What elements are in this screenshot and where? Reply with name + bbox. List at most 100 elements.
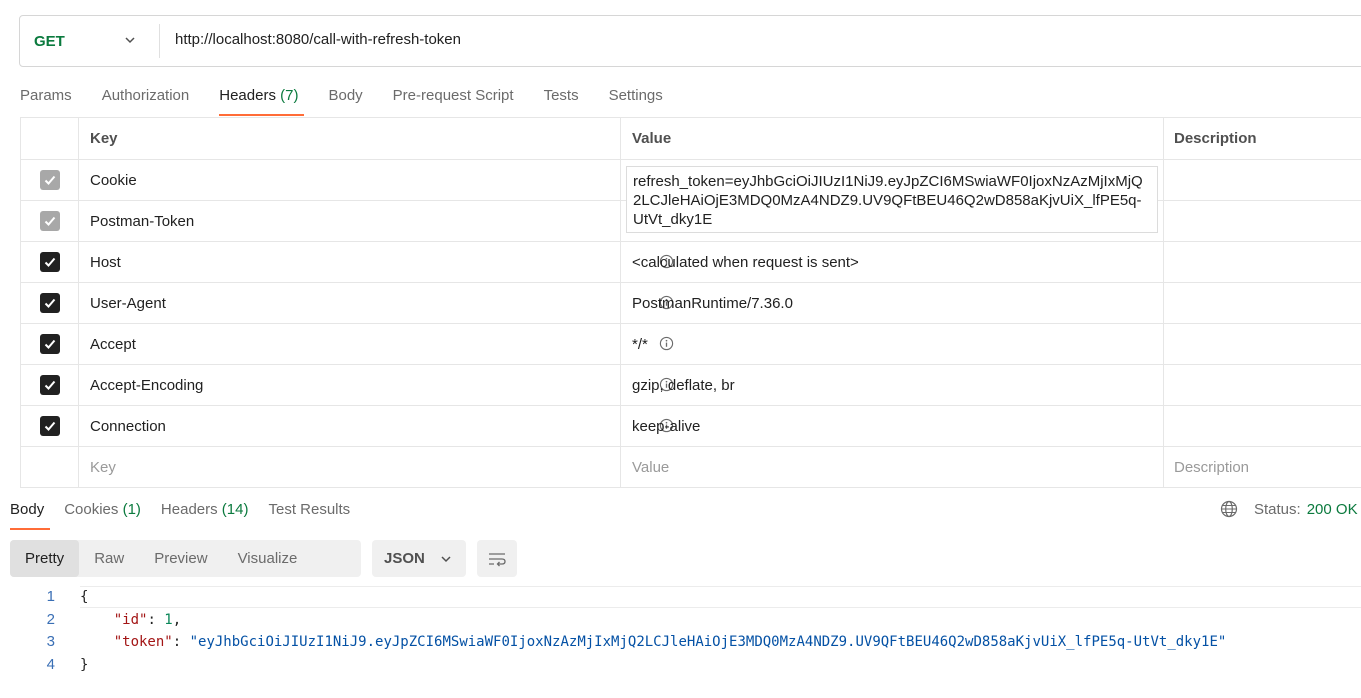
tab-response-body[interactable]: Body bbox=[10, 500, 51, 530]
row-checkbox[interactable] bbox=[39, 334, 60, 354]
value-placeholder: Value bbox=[632, 458, 670, 476]
table-row: Host <calculated when request is sent> bbox=[20, 242, 1361, 283]
row-key-cell[interactable]: Host bbox=[78, 242, 674, 282]
view-preview[interactable]: Preview bbox=[139, 540, 222, 577]
headers-table: Key Value Description Cookie Postman-Tok… bbox=[20, 117, 1361, 488]
row-key-cell[interactable]: Cookie bbox=[78, 160, 674, 200]
tab-count: (1) bbox=[122, 501, 141, 518]
row-checkbox[interactable] bbox=[39, 211, 60, 231]
row-description-cell[interactable] bbox=[1163, 283, 1361, 323]
row-key: Accept bbox=[90, 335, 136, 353]
column-key: Key bbox=[78, 118, 621, 159]
new-header-row: Key Value Description bbox=[20, 447, 1361, 488]
row-checkbox[interactable] bbox=[39, 375, 60, 395]
row-check-cell bbox=[20, 160, 78, 200]
row-value-cell[interactable]: <calculated when request is sent> bbox=[620, 242, 1164, 282]
format-select[interactable]: JSON bbox=[372, 540, 466, 577]
tab-params[interactable]: Params bbox=[20, 86, 72, 116]
view-raw[interactable]: Raw bbox=[79, 540, 139, 577]
row-check-cell bbox=[20, 324, 78, 364]
row-checkbox[interactable] bbox=[39, 416, 60, 436]
code-line: 1{ bbox=[0, 586, 1361, 609]
row-key-cell[interactable]: Connection bbox=[78, 406, 674, 446]
row-key: Postman-Token bbox=[90, 212, 195, 230]
tab-tests[interactable]: Tests bbox=[544, 86, 579, 116]
row-checkbox[interactable] bbox=[39, 252, 60, 272]
json-key: "id" bbox=[113, 611, 148, 628]
row-description-cell[interactable] bbox=[1163, 201, 1361, 241]
view-pretty[interactable]: Pretty bbox=[10, 540, 80, 577]
row-key-cell[interactable]: Accept bbox=[78, 324, 674, 364]
tab-label: Cookies bbox=[64, 501, 119, 518]
row-key-cell[interactable]: Postman-Token bbox=[78, 201, 674, 241]
wrap-lines-button[interactable] bbox=[477, 540, 517, 577]
view-visualize[interactable]: Visualize bbox=[223, 540, 313, 577]
tab-headers[interactable]: Headers (7) bbox=[219, 86, 305, 116]
format-label: JSON bbox=[384, 550, 425, 567]
json-string: "eyJhbGciOiJIUzI1NiJ9.eyJpZCI6MSwiaWF0Ij… bbox=[189, 634, 1227, 650]
check-icon bbox=[44, 216, 55, 226]
new-description-input[interactable]: Description bbox=[1163, 447, 1361, 487]
row-value: gzip, deflate, br bbox=[632, 376, 735, 394]
status-label: Status: bbox=[1254, 500, 1301, 518]
row-key-cell[interactable]: User-Agent bbox=[78, 283, 674, 323]
row-value-cell[interactable]: PostmanRuntime/7.36.0 bbox=[620, 283, 1164, 323]
row-checkbox[interactable] bbox=[39, 293, 60, 313]
tab-response-cookies[interactable]: Cookies (1) bbox=[64, 500, 141, 530]
method-select[interactable]: GET bbox=[20, 16, 159, 66]
response-body-code[interactable]: 1{ 2 "id": 1, 3 "token": "eyJhbGciOiJIUz… bbox=[0, 586, 1361, 676]
tab-settings[interactable]: Settings bbox=[609, 86, 663, 116]
row-value: <calculated when request is sent> bbox=[632, 253, 859, 271]
tab-test-results[interactable]: Test Results bbox=[268, 500, 350, 530]
tab-pre-request-script[interactable]: Pre-request Script bbox=[393, 86, 514, 116]
line-number: 3 bbox=[46, 633, 55, 650]
tab-label: Headers bbox=[160, 501, 218, 518]
row-check-cell bbox=[20, 406, 78, 446]
row-description-cell[interactable] bbox=[1163, 324, 1361, 364]
check-icon bbox=[44, 298, 55, 308]
response-status: Status: 200 OK bbox=[1220, 500, 1358, 518]
table-row: Accept */* bbox=[20, 324, 1361, 365]
new-key-input[interactable]: Key bbox=[78, 447, 621, 487]
column-value: Value bbox=[620, 118, 1164, 159]
row-value: PostmanRuntime/7.36.0 bbox=[632, 294, 793, 312]
line-number: 1 bbox=[46, 588, 55, 605]
status-value[interactable]: 200 OK bbox=[1307, 501, 1358, 518]
tab-count: (7) bbox=[280, 87, 299, 104]
tab-label: Authorization bbox=[101, 87, 190, 104]
row-description-cell[interactable] bbox=[1163, 160, 1361, 200]
tab-label: Body bbox=[10, 501, 45, 518]
globe-icon[interactable] bbox=[1220, 500, 1238, 518]
row-checkbox[interactable] bbox=[39, 170, 60, 190]
row-value-cell[interactable]: */* bbox=[620, 324, 1164, 364]
tab-body[interactable]: Body bbox=[328, 86, 362, 116]
line-number: 2 bbox=[46, 610, 55, 628]
row-description-cell[interactable] bbox=[1163, 242, 1361, 282]
tab-count: (14) bbox=[221, 501, 249, 518]
tab-label: Params bbox=[20, 87, 72, 104]
row-description-cell[interactable] bbox=[1163, 365, 1361, 405]
row-value: */* bbox=[632, 335, 648, 353]
tab-authorization[interactable]: Authorization bbox=[102, 86, 190, 116]
code-content: "id": 1, bbox=[113, 611, 182, 628]
table-row: User-Agent PostmanRuntime/7.36.0 bbox=[20, 283, 1361, 324]
json-key: "token" bbox=[113, 634, 173, 650]
new-value-input[interactable]: Value bbox=[620, 447, 1164, 487]
code-line: 2 "id": 1, bbox=[0, 609, 1361, 632]
row-value-cell[interactable]: keep-alive bbox=[620, 406, 1164, 446]
row-check-cell bbox=[20, 242, 78, 282]
row-key-cell[interactable]: Accept-Encoding bbox=[78, 365, 674, 405]
check-icon bbox=[44, 380, 55, 390]
tab-label: Settings bbox=[608, 87, 663, 104]
row-key: Accept-Encoding bbox=[90, 376, 204, 394]
row-value: keep-alive bbox=[632, 417, 701, 435]
tab-response-headers[interactable]: Headers (14) bbox=[161, 500, 249, 530]
tab-label: Tests bbox=[543, 87, 579, 104]
cookie-value-editor[interactable]: refresh_token=eyJhbGciOiJIUzI1NiJ9.eyJpZ… bbox=[626, 166, 1158, 233]
row-value-cell[interactable]: gzip, deflate, br bbox=[620, 365, 1164, 405]
url-input[interactable]: http://localhost:8080/call-with-refresh-… bbox=[175, 31, 461, 48]
request-tabs: Params Authorization Headers (7) Body Pr… bbox=[20, 86, 693, 118]
check-icon bbox=[44, 175, 55, 185]
tab-label: Headers bbox=[219, 87, 276, 104]
row-description-cell[interactable] bbox=[1163, 406, 1361, 446]
